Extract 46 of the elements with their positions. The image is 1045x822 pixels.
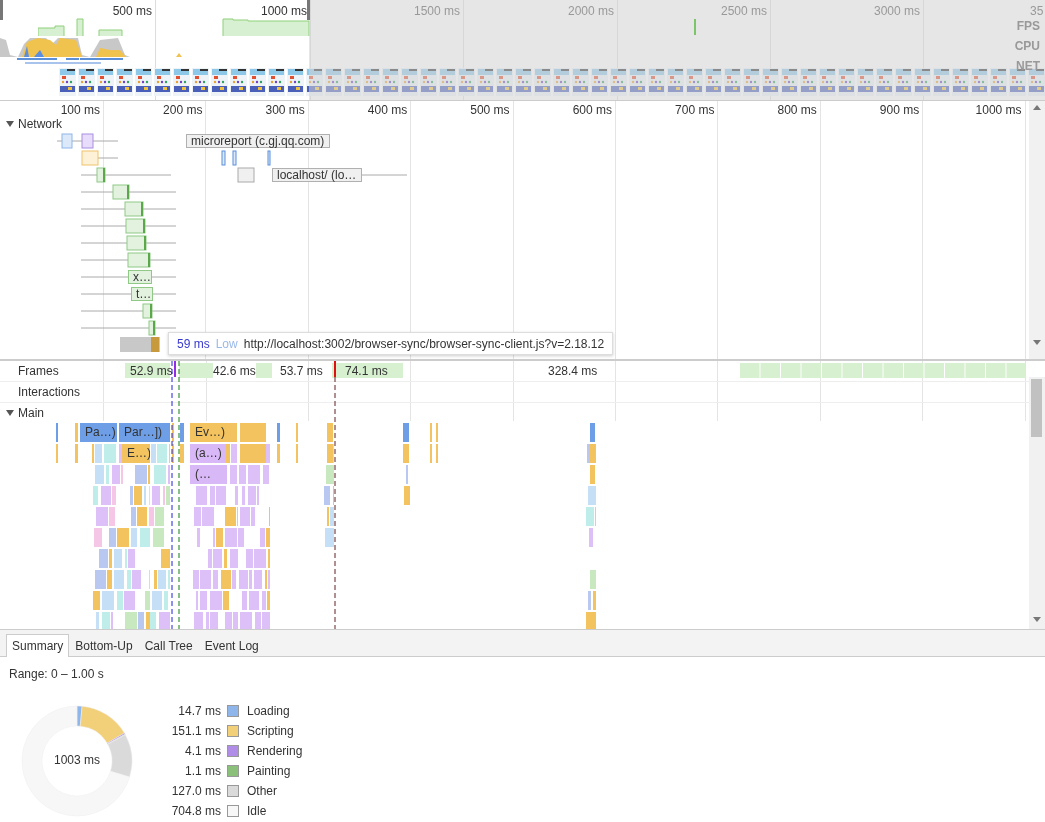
frame-duration: 74.1 ms — [345, 364, 388, 378]
time-tick-label: 1000 ms — [260, 4, 307, 18]
track-label: CPU — [1014, 39, 1040, 53]
time-tick-label: 800 ms — [777, 103, 817, 117]
legend-label: Scripting — [247, 724, 295, 738]
time-tick-label: 35 — [1030, 4, 1044, 18]
legend-label: Other — [247, 784, 278, 798]
total-time-text: 1003 ms — [53, 753, 101, 767]
legend-value: 14.7 ms — [177, 704, 221, 718]
track-title: Network — [18, 117, 62, 131]
legend-label: Loading — [247, 704, 291, 718]
track-label: NET — [1016, 59, 1040, 73]
duration-text: 59 ms — [177, 336, 210, 351]
time-tick-label: 3000 ms — [873, 4, 920, 18]
frame-duration: 53.7 ms — [280, 364, 323, 378]
legend-label: Idle — [247, 804, 268, 818]
track-title: Main — [18, 406, 44, 420]
track-label: Interactions — [18, 385, 81, 399]
time-tick-label: 500 ms — [470, 103, 510, 117]
time-tick-label: 1000 ms — [975, 103, 1022, 117]
frame-duration: 52.9 ms — [130, 364, 173, 378]
priority-text: Low — [215, 336, 238, 351]
time-tick-label: 600 ms — [572, 103, 612, 117]
legend-value: 151.1 ms — [170, 724, 221, 738]
time-tick-label: 200 ms — [163, 103, 203, 117]
time-tick-label: 300 ms — [265, 103, 305, 117]
url-text: http://localhost:3002/browser-sync/browser-sync-client.js?v=2.18.12 — [243, 336, 605, 351]
legend-value: 704.8 ms — [170, 804, 221, 818]
legend-value: 1.1 ms — [184, 764, 221, 778]
legend-label: Painting — [247, 764, 292, 778]
time-tick-label: 900 ms — [879, 103, 920, 117]
frame-duration: 42.6 ms — [213, 364, 256, 378]
time-tick-label: 2000 ms — [567, 4, 614, 18]
time-tick-label: 1500 ms — [413, 4, 460, 18]
frame-duration: 328.4 ms — [548, 364, 598, 378]
track-label: FPS — [1016, 19, 1040, 33]
time-tick-label: 700 ms — [675, 103, 715, 117]
range-text: Range: 0 – 1.00 s — [9, 667, 105, 681]
legend-value: 127.0 ms — [170, 784, 221, 798]
time-tick-label: 500 ms — [112, 4, 152, 18]
time-tick-label: 2500 ms — [720, 4, 767, 18]
legend-label: Rendering — [247, 744, 303, 758]
track-label: Frames — [18, 364, 59, 378]
time-tick-label: 400 ms — [367, 103, 408, 117]
legend-value: 4.1 ms — [184, 744, 221, 758]
time-tick-label: 100 ms — [60, 103, 100, 117]
